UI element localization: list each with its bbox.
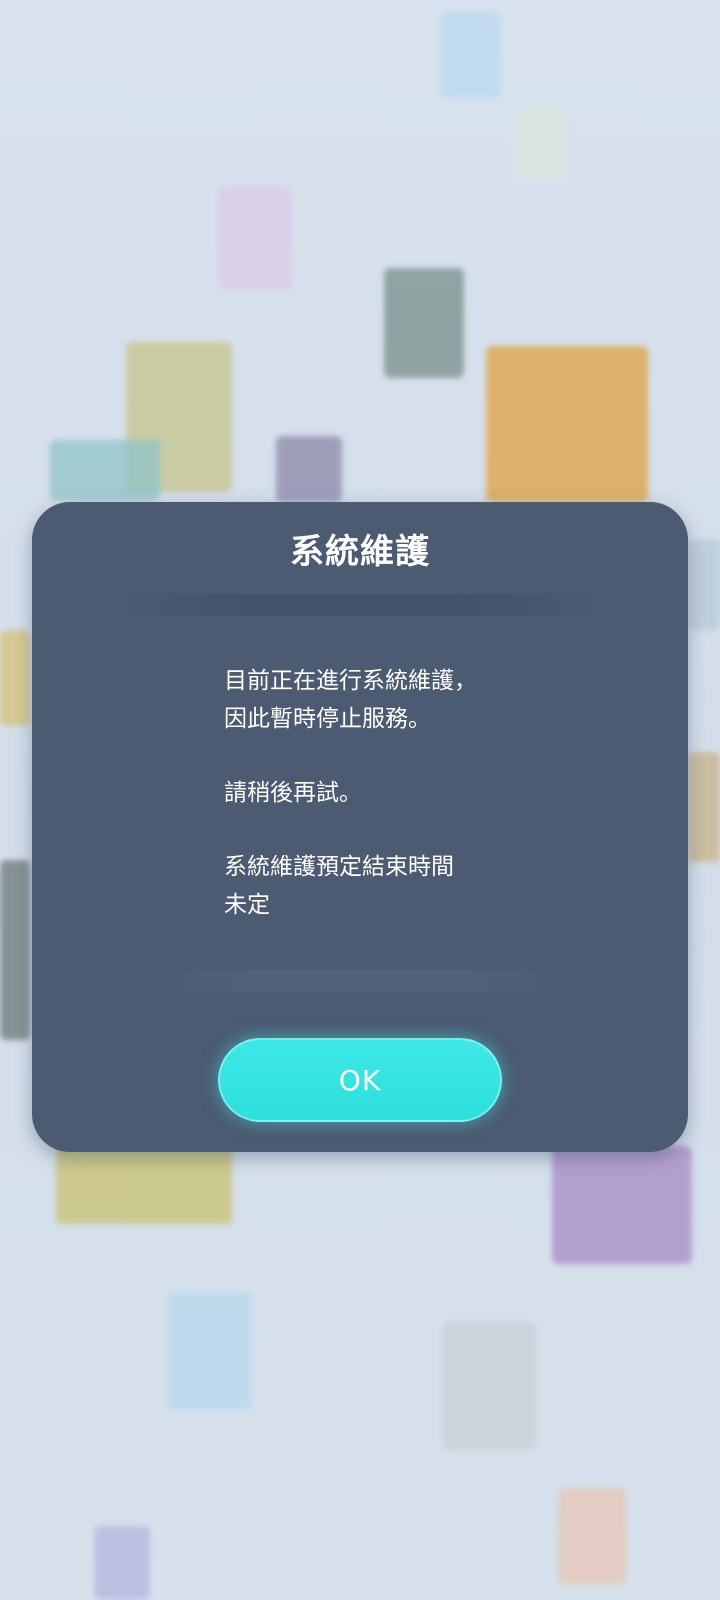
background-card-image — [516, 108, 568, 178]
dialog-title: 系統維護 — [290, 532, 430, 572]
message-spacer — [224, 812, 477, 848]
background-card-image — [440, 12, 500, 98]
message-line: 請稍後再試。 — [224, 780, 362, 806]
background-card-image — [384, 268, 464, 378]
message-line: 系統維護預定結束時間 — [224, 854, 454, 880]
background-card-image — [552, 1146, 692, 1264]
message-line: 未定 — [224, 892, 270, 918]
message-line: 目前正在進行系統維護， — [224, 668, 477, 694]
dialog-message: 目前正在進行系統維護， 因此暫時停止服務。 請稍後再試。 系統維護預定結束時間 … — [224, 662, 477, 924]
background-card-image — [0, 860, 30, 1040]
background-card-image — [486, 346, 648, 502]
ok-button[interactable]: OK — [218, 1038, 502, 1122]
background-card-image — [0, 630, 30, 726]
background-card-image — [218, 186, 292, 290]
message-spacer — [224, 738, 477, 774]
message-line: 因此暫時停止服務。 — [224, 706, 431, 732]
background-card-image — [168, 1292, 252, 1410]
background-card-image — [56, 1146, 232, 1224]
background-card-image — [688, 752, 720, 862]
background-card-image — [94, 1526, 150, 1600]
background-card-image — [688, 540, 720, 630]
background-card-image — [442, 1322, 536, 1450]
app-screen: 系統維護 目前正在進行系統維護， 因此暫時停止服務。 請稍後再試。 系統維護預定… — [0, 0, 720, 1600]
background-card-image — [50, 440, 160, 500]
footer-divider — [122, 970, 598, 992]
background-card-image — [276, 436, 342, 502]
maintenance-dialog: 系統維護 目前正在進行系統維護， 因此暫時停止服務。 請稍後再試。 系統維護預定… — [32, 502, 688, 1152]
title-divider — [122, 594, 598, 616]
background-card-image — [558, 1488, 626, 1584]
